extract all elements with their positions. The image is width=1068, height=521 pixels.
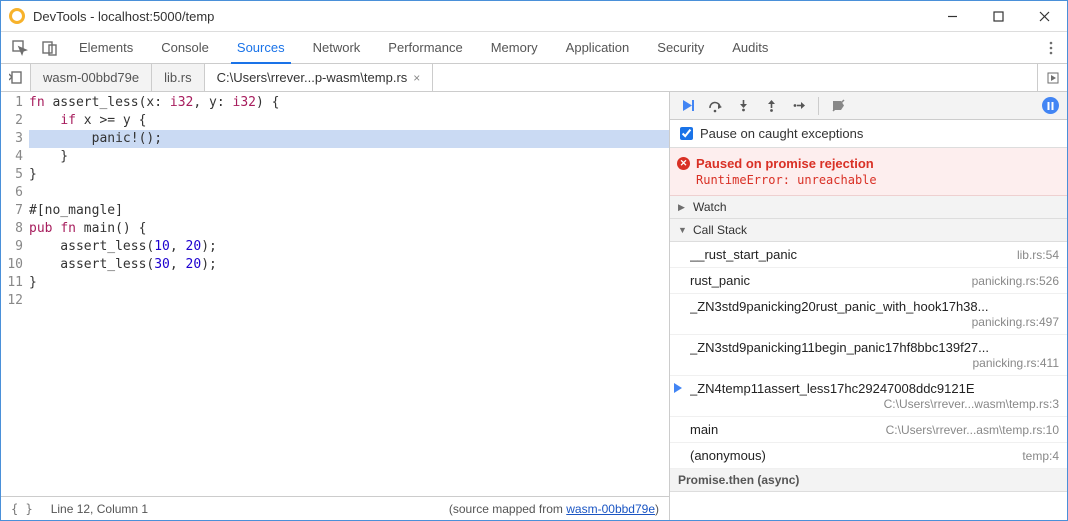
step-out-button[interactable] [758, 94, 784, 118]
chevron-right-icon: ▶ [678, 202, 688, 213]
close-button[interactable] [1021, 1, 1067, 32]
file-tab-wasm[interactable]: wasm-00bbd79e [31, 64, 152, 91]
banner-message: RuntimeError: unreachable [696, 173, 1057, 187]
tab-console[interactable]: Console [147, 32, 223, 63]
close-icon[interactable]: × [413, 71, 420, 85]
chevron-down-icon: ▼ [678, 225, 688, 235]
error-icon: ✕ [677, 157, 690, 170]
stack-frame[interactable]: mainC:\Users\rrever...asm\temp.rs:10 [670, 417, 1067, 443]
devtools-tabbar: Elements Console Sources Network Perform… [1, 32, 1067, 64]
stack-frame[interactable]: __rust_start_paniclib.rs:54 [670, 242, 1067, 268]
minimize-button[interactable] [929, 1, 975, 32]
tab-audits[interactable]: Audits [718, 32, 782, 63]
app-icon [9, 8, 25, 24]
code-content: fn assert_less(x: i32, y: i32) { if x >=… [29, 92, 669, 496]
maximize-button[interactable] [975, 1, 1021, 32]
tab-application[interactable]: Application [552, 32, 644, 63]
editor-statusbar: { } Line 12, Column 1 (source mapped fro… [1, 496, 669, 520]
banner-title: Paused on promise rejection [696, 156, 1057, 171]
tab-memory[interactable]: Memory [477, 32, 552, 63]
stack-frame[interactable]: _ZN3std9panicking11begin_panic17hf8bbc13… [670, 335, 1067, 376]
source-map-link[interactable]: wasm-00bbd79e [566, 502, 655, 516]
step-over-button[interactable] [702, 94, 728, 118]
debugger-toolbar [670, 92, 1067, 120]
debugger-panel: Pause on caught exceptions ✕ Paused on p… [669, 92, 1067, 520]
source-map-info: (source mapped from wasm-00bbd79e) [449, 502, 659, 516]
async-divider: Promise.then (async) [670, 469, 1067, 492]
run-snippet-icon[interactable] [1037, 64, 1067, 91]
paused-banner: ✕ Paused on promise rejection RuntimeErr… [670, 148, 1067, 196]
settings-menu-icon[interactable] [1041, 32, 1061, 63]
braces-icon[interactable]: { } [11, 502, 33, 516]
device-mode-icon[interactable] [35, 32, 65, 63]
tab-sources[interactable]: Sources [223, 32, 299, 63]
page-arrow-icon[interactable] [1, 64, 31, 91]
pause-caught-checkbox[interactable] [680, 127, 693, 140]
tab-network[interactable]: Network [299, 32, 375, 63]
stack-frame[interactable]: _ZN4temp11assert_less17hc29247008ddc9121… [670, 376, 1067, 417]
step-button[interactable] [786, 94, 812, 118]
stack-frame[interactable]: _ZN3std9panicking20rust_panic_with_hook1… [670, 294, 1067, 335]
tab-elements[interactable]: Elements [65, 32, 147, 63]
resume-button[interactable] [674, 94, 700, 118]
more-tabs-icon[interactable] [1011, 32, 1041, 63]
source-editor[interactable]: 123456789101112 fn assert_less(x: i32, y… [1, 92, 669, 496]
callstack-section-header[interactable]: ▼ Call Stack [670, 219, 1067, 242]
watch-section-header[interactable]: ▶ Watch [670, 196, 1067, 219]
pause-on-exceptions-button[interactable] [1037, 94, 1063, 118]
file-tab-temprs[interactable]: C:\Users\rrever...p-wasm\temp.rs × [205, 64, 434, 91]
inspect-element-icon[interactable] [5, 32, 35, 63]
stack-frame[interactable]: (anonymous)temp:4 [670, 443, 1067, 469]
deactivate-breakpoints-button[interactable] [825, 94, 851, 118]
pause-caught-label: Pause on caught exceptions [700, 126, 863, 141]
window-titlebar: DevTools - localhost:5000/temp [1, 1, 1067, 32]
line-gutter: 123456789101112 [1, 92, 29, 496]
cursor-position: Line 12, Column 1 [51, 502, 148, 516]
file-tabbar: wasm-00bbd79e lib.rs C:\Users\rrever...p… [1, 64, 1067, 92]
window-title: DevTools - localhost:5000/temp [33, 9, 214, 24]
tab-performance[interactable]: Performance [374, 32, 476, 63]
tab-security[interactable]: Security [643, 32, 718, 63]
pause-caught-exceptions-row[interactable]: Pause on caught exceptions [670, 120, 1067, 148]
step-into-button[interactable] [730, 94, 756, 118]
file-tab-librs[interactable]: lib.rs [152, 64, 204, 91]
call-stack-list: __rust_start_paniclib.rs:54rust_panicpan… [670, 242, 1067, 469]
stack-frame[interactable]: rust_panicpanicking.rs:526 [670, 268, 1067, 294]
